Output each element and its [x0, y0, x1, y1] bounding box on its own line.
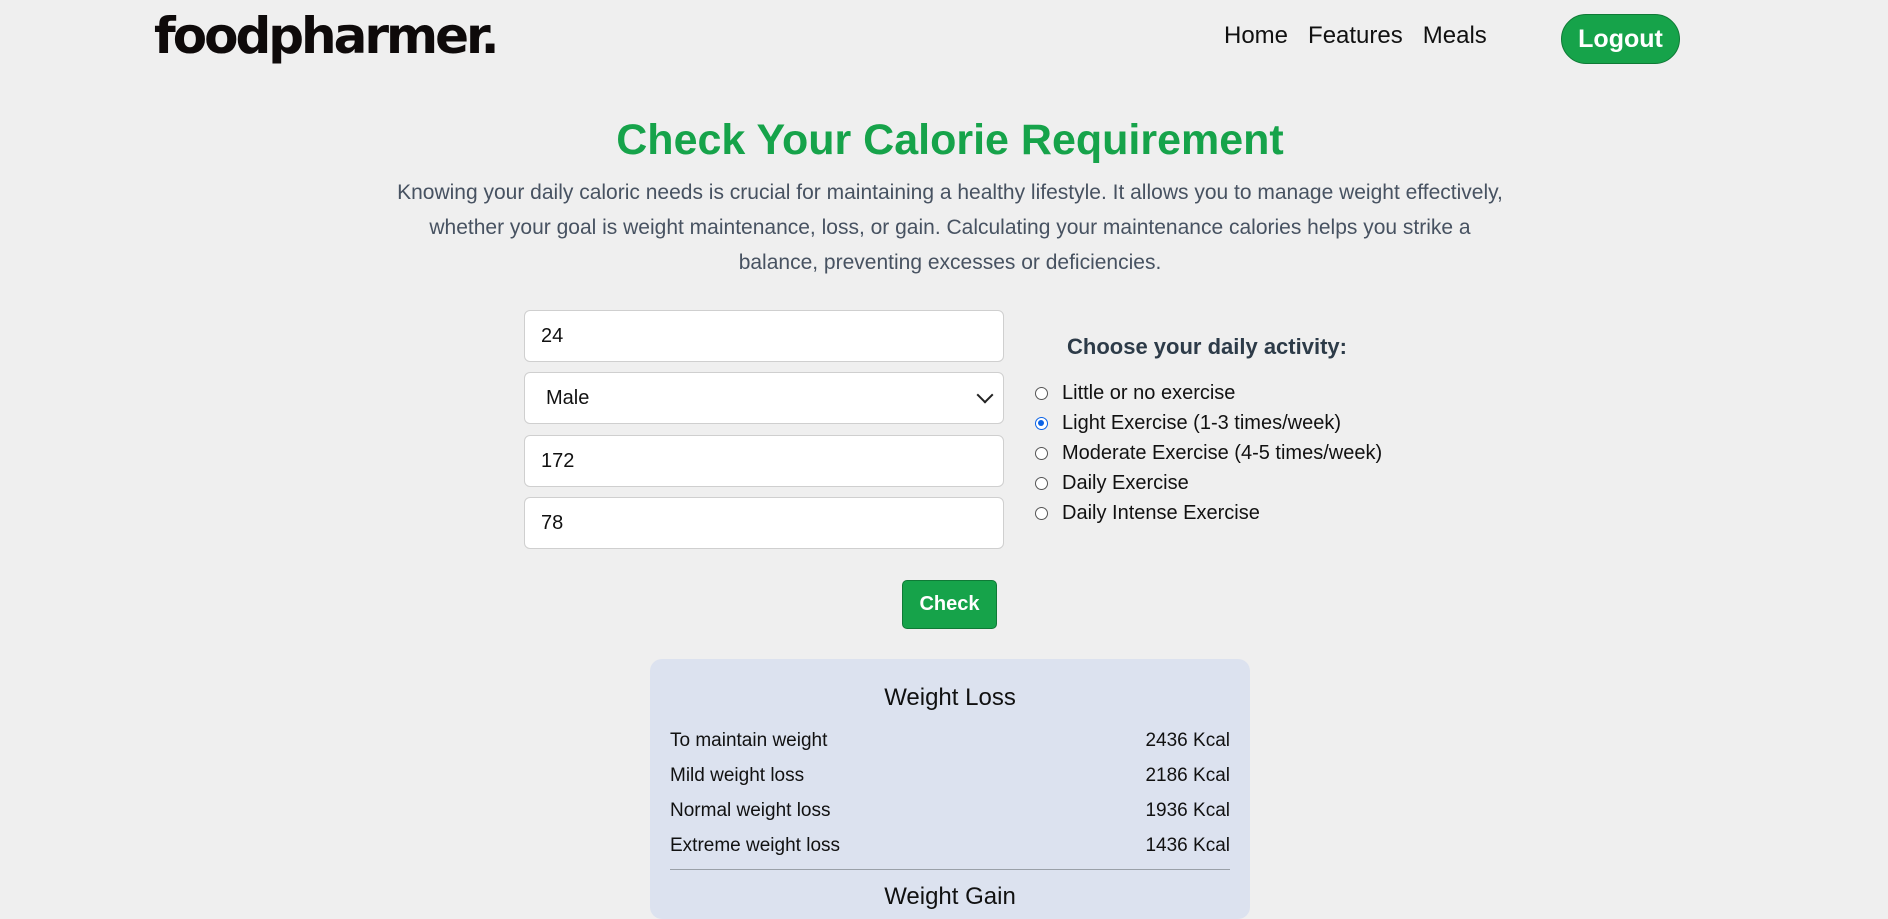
- result-row: Normal weight loss 1936 Kcal: [670, 793, 1230, 828]
- activity-option-little[interactable]: Little or no exercise: [1035, 378, 1382, 408]
- activity-option-label: Moderate Exercise (4-5 times/week): [1062, 441, 1383, 464]
- radio-button[interactable]: [1035, 476, 1048, 490]
- page-title: Check Your Calorie Requirement: [616, 116, 1284, 164]
- logout-button[interactable]: Logout: [1561, 14, 1680, 64]
- check-button[interactable]: Check: [902, 580, 997, 629]
- nav-link-features[interactable]: Features: [1308, 22, 1403, 50]
- radio-button[interactable]: [1035, 506, 1048, 520]
- weight-gain-title: Weight Gain: [884, 883, 1016, 910]
- result-value: 1436 Kcal: [1145, 835, 1230, 856]
- results-panel: Weight Loss To maintain weight 2436 Kcal…: [650, 659, 1250, 919]
- result-value: 1936 Kcal: [1145, 800, 1230, 821]
- result-value: 2436 Kcal: [1145, 730, 1230, 751]
- radio-button-selected[interactable]: [1035, 416, 1048, 430]
- nav-link-home[interactable]: Home: [1224, 22, 1288, 50]
- activity-option-moderate[interactable]: Moderate Exercise (4-5 times/week): [1035, 438, 1382, 468]
- gender-select[interactable]: Male: [524, 372, 1004, 424]
- activity-heading: Choose your daily activity:: [1067, 334, 1347, 359]
- radio-button[interactable]: [1035, 446, 1048, 460]
- activity-option-intense[interactable]: Daily Intense Exercise: [1035, 498, 1382, 528]
- chevron-down-icon: [976, 386, 994, 404]
- activity-option-label: Light Exercise (1-3 times/week): [1062, 411, 1341, 434]
- height-input[interactable]: 172: [524, 435, 1004, 487]
- weight-value: 78: [541, 511, 564, 534]
- nav-link-meals[interactable]: Meals: [1423, 22, 1487, 50]
- activity-option-label: Daily Intense Exercise: [1062, 501, 1260, 524]
- intro-paragraph: Knowing your daily caloric needs is cruc…: [397, 181, 1503, 274]
- result-label: Normal weight loss: [670, 800, 831, 821]
- age-input[interactable]: 24: [524, 310, 1004, 362]
- main-nav: Home Features Meals: [1224, 22, 1487, 50]
- activity-radio-group: Little or no exercise Light Exercise (1-…: [1035, 378, 1382, 528]
- result-row: Mild weight loss 2186 Kcal: [670, 758, 1230, 793]
- result-row: Extreme weight loss 1436 Kcal: [670, 828, 1230, 863]
- weight-input[interactable]: 78: [524, 497, 1004, 549]
- activity-option-label: Daily Exercise: [1062, 471, 1189, 494]
- weight-loss-title: Weight Loss: [884, 684, 1016, 711]
- result-label: To maintain weight: [670, 730, 828, 751]
- activity-option-light[interactable]: Light Exercise (1-3 times/week): [1035, 408, 1382, 438]
- activity-option-label: Little or no exercise: [1062, 381, 1236, 404]
- result-label: Extreme weight loss: [670, 835, 841, 856]
- result-value: 2186 Kcal: [1145, 765, 1230, 786]
- height-value: 172: [541, 449, 575, 472]
- result-row: To maintain weight 2436 Kcal: [670, 723, 1230, 758]
- age-value: 24: [541, 324, 564, 347]
- radio-button[interactable]: [1035, 386, 1048, 400]
- activity-option-daily[interactable]: Daily Exercise: [1035, 468, 1382, 498]
- gender-value: Male: [546, 386, 590, 409]
- result-label: Mild weight loss: [670, 765, 805, 786]
- brand-logo[interactable]: foodpharmer.: [154, 6, 500, 66]
- results-divider: [670, 869, 1230, 870]
